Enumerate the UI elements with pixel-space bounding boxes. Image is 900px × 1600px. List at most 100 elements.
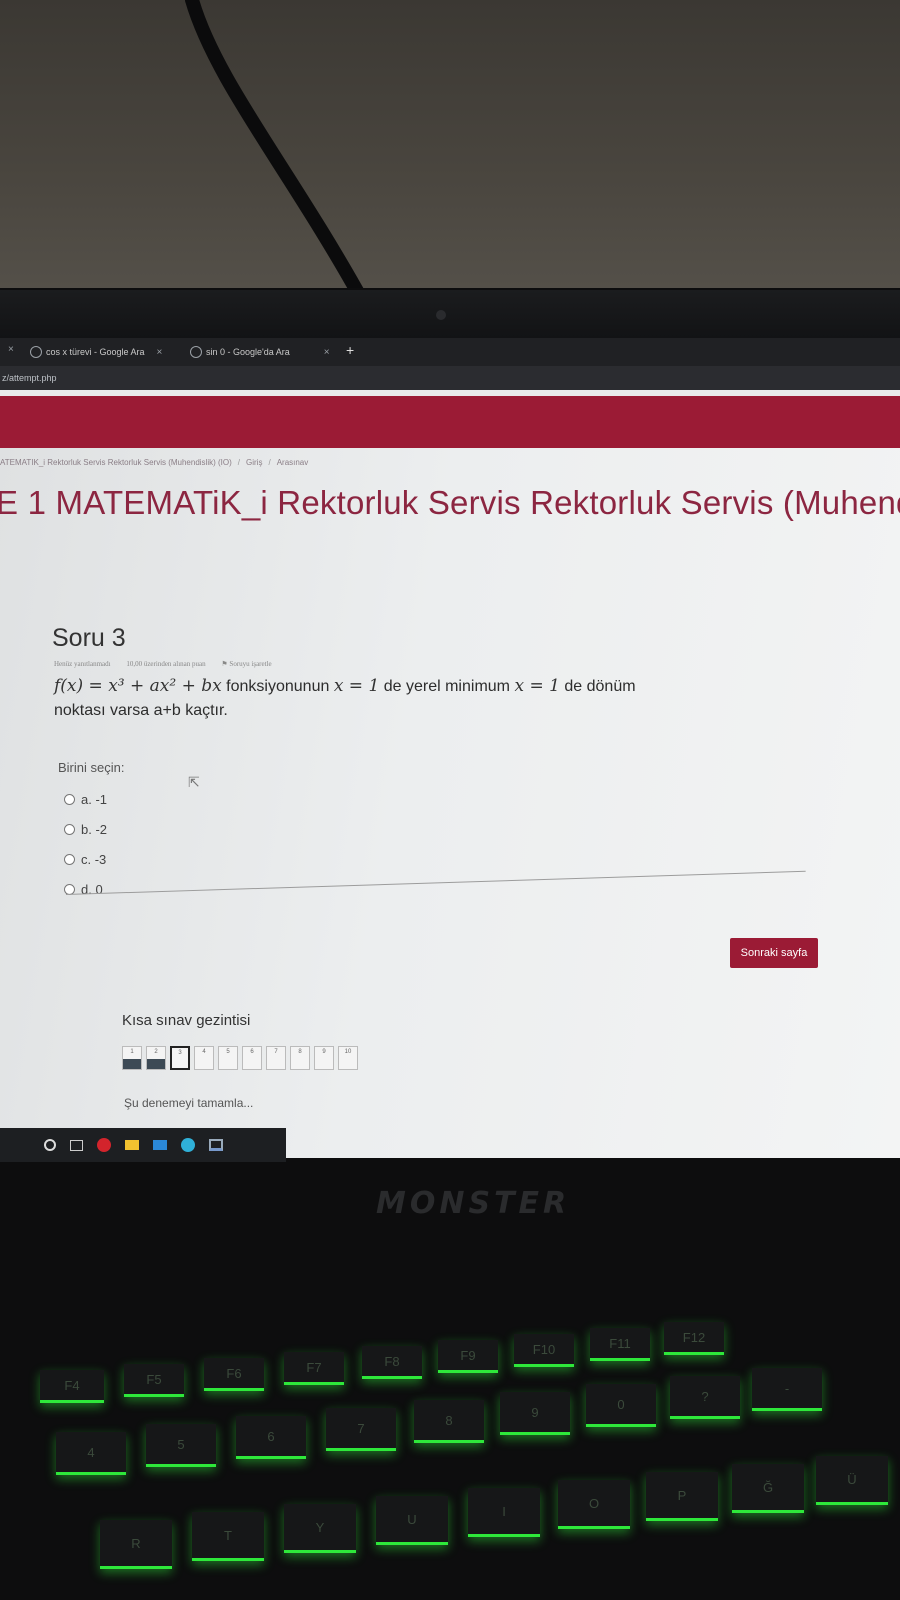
keyboard-key: Ü xyxy=(816,1456,888,1505)
browser-tab[interactable]: sin 0 - Google'da Ara × xyxy=(190,344,330,360)
keyboard-key: 6 xyxy=(236,1416,306,1459)
question-fragment: de yerel minimum xyxy=(383,678,510,695)
answer-prompt: Birini seçin: xyxy=(58,760,125,775)
keyboard-key: 4 xyxy=(56,1432,126,1475)
edge-icon[interactable] xyxy=(181,1138,195,1152)
breadcrumb-item[interactable]: Giriş xyxy=(246,458,262,467)
quiz-page: ATEMATIK_i Rektorluk Servis Rektorluk Se… xyxy=(0,448,900,1158)
answer-option-b[interactable]: b. -2 xyxy=(64,814,107,844)
question-text: f(x) = x³ + ax² + bx fonksiyonunun x = 1… xyxy=(54,674,834,723)
keyboard-key: O xyxy=(558,1480,630,1529)
keyboard-key: F10 xyxy=(514,1334,574,1367)
power-cable xyxy=(185,0,369,300)
breadcrumb-item[interactable]: ATEMATIK_i Rektorluk Servis Rektorluk Se… xyxy=(0,458,232,467)
option-label: b. -2 xyxy=(81,821,108,837)
keyboard: F4 F5 F6 F7 F8 F9 F10 F11 F12 4 5 6 7 8 … xyxy=(0,1320,900,1600)
quiz-nav-button[interactable]: 8 xyxy=(290,1046,310,1070)
keyboard-key: I xyxy=(468,1488,540,1537)
answer-option-a[interactable]: a. -1 xyxy=(64,784,107,814)
keyboard-key: F11 xyxy=(590,1328,650,1361)
screen-bezel xyxy=(0,290,900,338)
finish-attempt-link[interactable]: Şu denemeyi tamamla... xyxy=(124,1096,253,1110)
keyboard-key: P xyxy=(646,1472,718,1521)
google-icon xyxy=(190,346,202,358)
keyboard-key: U xyxy=(376,1496,448,1545)
quiz-nav-button[interactable]: 5 xyxy=(218,1046,238,1070)
breadcrumb-separator: / xyxy=(237,458,240,467)
quiz-nav-button[interactable]: 4 xyxy=(194,1046,214,1070)
quiz-nav-button[interactable]: 10 xyxy=(338,1046,358,1070)
opera-icon[interactable] xyxy=(97,1138,111,1152)
close-icon[interactable]: × xyxy=(157,347,163,358)
keyboard-key: F5 xyxy=(124,1364,184,1397)
keyboard-key: 0 xyxy=(586,1384,656,1427)
close-icon[interactable]: × xyxy=(8,344,14,355)
question-points: 10,00 üzerinden alınan puan xyxy=(126,660,206,668)
keyboard-key: Ğ xyxy=(732,1464,804,1513)
keyboard-key: R xyxy=(100,1520,172,1569)
search-icon[interactable] xyxy=(44,1139,56,1151)
file-explorer-icon[interactable] xyxy=(125,1140,139,1150)
question-fragment: de dönüm xyxy=(564,678,636,695)
math-condition: x = 1 xyxy=(333,676,380,696)
keyboard-key: ? xyxy=(670,1376,740,1419)
radio-button[interactable] xyxy=(64,853,75,865)
quiz-nav-button[interactable]: 9 xyxy=(314,1046,334,1070)
breadcrumb-item[interactable]: Arasınav xyxy=(277,458,309,467)
question-heading: Soru 3 xyxy=(52,624,126,652)
new-tab-icon[interactable]: + xyxy=(346,342,354,358)
site-header xyxy=(0,396,900,448)
windows-taskbar xyxy=(0,1128,286,1162)
question-fragment: fonksiyonunun xyxy=(226,678,330,695)
keyboard-key: F7 xyxy=(284,1352,344,1385)
option-label: c. -3 xyxy=(81,851,107,867)
mouse-cursor-icon: ⇱ xyxy=(188,774,200,790)
math-condition: x = 1 xyxy=(514,676,560,696)
google-icon xyxy=(30,346,42,358)
page-title: E 1 MATEMATiK_i Rektorluk Servis Rektorl… xyxy=(0,484,900,521)
question-meta: Henüz yanıtlanmadı 10,00 üzerinden alına… xyxy=(54,660,300,668)
monitor-icon[interactable] xyxy=(209,1139,223,1151)
tab-label: sin 0 - Google'da Ara xyxy=(206,347,290,357)
keyboard-key: Y xyxy=(284,1504,356,1553)
answer-option-d[interactable]: d. 0 xyxy=(64,874,107,904)
quiz-nav-button[interactable]: 2 xyxy=(146,1046,166,1070)
keyboard-key: 8 xyxy=(414,1400,484,1443)
next-page-button[interactable]: Sonraki sayfa xyxy=(730,938,818,968)
browser-tab[interactable]: cos x türevi - Google Ara × xyxy=(30,344,162,360)
tab-label: cos x türevi - Google Ara xyxy=(46,347,145,357)
webcam-icon xyxy=(436,310,446,320)
laptop-brand-logo: MONSTER xyxy=(376,1186,571,1221)
radio-button[interactable] xyxy=(64,793,75,805)
divider xyxy=(65,870,806,895)
keyboard-key: F8 xyxy=(362,1346,422,1379)
flag-question-label: Soruyu işaretle xyxy=(229,660,272,668)
quiz-nav-button-current[interactable]: 3 xyxy=(170,1046,190,1070)
quiz-navigation: 1 2 3 4 5 6 7 8 9 10 xyxy=(122,1046,358,1070)
quiz-nav-button[interactable]: 7 xyxy=(266,1046,286,1070)
math-function: f(x) = x³ + ax² + bx xyxy=(54,676,222,696)
laptop-screen: × cos x türevi - Google Ara × sin 0 - Go… xyxy=(0,338,900,1158)
quiz-nav-button[interactable]: 1 xyxy=(122,1046,142,1070)
radio-button[interactable] xyxy=(64,823,75,835)
breadcrumb: ATEMATIK_i Rektorluk Servis Rektorluk Se… xyxy=(0,458,308,467)
question-fragment: noktası varsa a+b kaçtır. xyxy=(54,702,228,719)
answer-options: a. -1 b. -2 c. -3 d. 0 xyxy=(64,784,107,904)
browser-tab-bar: × cos x türevi - Google Ara × sin 0 - Go… xyxy=(0,338,900,366)
keyboard-key: T xyxy=(192,1512,264,1561)
task-view-icon[interactable] xyxy=(70,1139,83,1151)
keyboard-key: 5 xyxy=(146,1424,216,1467)
flag-question-link[interactable]: ⚑ Soruyu işaretle xyxy=(221,660,285,668)
keyboard-key: F6 xyxy=(204,1358,264,1391)
close-icon[interactable]: × xyxy=(324,347,330,358)
keyboard-key: F4 xyxy=(40,1370,104,1403)
option-label: a. -1 xyxy=(81,791,108,807)
question-status: Henüz yanıtlanmadı xyxy=(54,660,111,668)
quiz-navigation-title: Kısa sınav gezintisi xyxy=(122,1012,251,1029)
quiz-nav-button[interactable]: 6 xyxy=(242,1046,262,1070)
keyboard-key: F12 xyxy=(664,1322,724,1355)
answer-option-c[interactable]: c. -3 xyxy=(64,844,107,874)
mail-icon[interactable] xyxy=(153,1140,167,1150)
keyboard-key: 7 xyxy=(326,1408,396,1451)
address-bar[interactable]: z/attempt.php xyxy=(0,366,900,390)
